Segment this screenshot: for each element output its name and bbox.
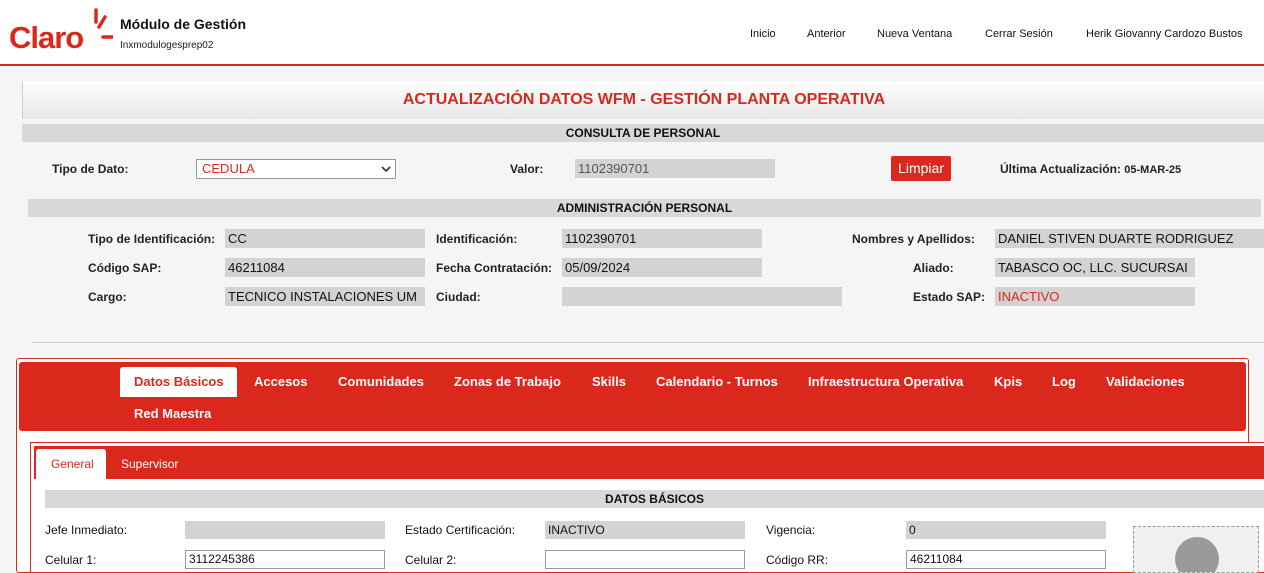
nombres-field: DANIEL STIVEN DUARTE RODRIGUEZ — [995, 229, 1264, 248]
avatar-placeholder-icon — [1175, 537, 1219, 572]
valor-label: Valor: — [510, 162, 544, 176]
tipo-dato-value: CEDULA — [202, 161, 255, 176]
nav-inicio-link[interactable]: Inicio — [750, 28, 776, 40]
chevron-down-icon — [381, 166, 391, 173]
celular-2-input[interactable] — [545, 550, 745, 569]
jefe-inmediato-label: Jefe Inmediato: — [45, 523, 128, 537]
consulta-section-header: CONSULTA DE PERSONAL — [22, 124, 1264, 142]
ultima-actualizacion-value: 05-MAR-25 — [1124, 164, 1182, 176]
codigo-sap-field: 46211084 — [225, 258, 425, 277]
valor-input[interactable]: 1102390701 — [575, 159, 775, 178]
estado-sap-label: Estado SAP: — [913, 290, 986, 304]
app-title: Módulo de Gestión — [120, 16, 246, 32]
fecha-contratacion-label: Fecha Contratación: — [436, 261, 553, 275]
vigencia-label: Vigencia: — [766, 523, 816, 537]
tab-calendario-turnos[interactable]: Calendario - Turnos — [656, 374, 778, 389]
section-divider — [32, 342, 1264, 343]
logo-rays-icon — [94, 8, 113, 39]
profile-photo[interactable] — [1133, 526, 1259, 573]
identificacion-field: 1102390701 — [562, 229, 762, 248]
tipo-dato-label: Tipo de Dato: — [52, 162, 129, 176]
sub-tab-bar: General Supervisor — [34, 446, 1264, 480]
tab-datos-basicos[interactable]: Datos Básicos — [120, 367, 237, 397]
celular-2-label: Celular 2: — [405, 553, 457, 567]
tab-supervisor[interactable]: Supervisor — [121, 457, 178, 471]
tab-infraestructura-operativa[interactable]: Infraestructura Operativa — [808, 374, 963, 389]
ciudad-label: Ciudad: — [436, 290, 481, 304]
admin-section-header: ADMINISTRACIÓN PERSONAL — [28, 199, 1261, 217]
main-tab-bar: Datos Básicos Accesos Comunidades Zonas … — [19, 362, 1246, 431]
codigo-rr-label: Código RR: — [766, 553, 829, 567]
claro-logo[interactable]: Claro — [9, 8, 113, 55]
estado-sap-field: INACTIVO — [995, 287, 1195, 306]
celular-1-label: Celular 1: — [45, 553, 97, 567]
top-header: Claro Módulo de Gestión Inxmodulogesprep… — [0, 0, 1264, 66]
cargo-label: Cargo: — [88, 290, 127, 304]
nav-nueva-ventana-link[interactable]: Nueva Ventana — [877, 28, 952, 40]
logo-wordmark: Claro — [9, 20, 84, 55]
nav-anterior-link[interactable]: Anterior — [807, 28, 846, 40]
fecha-contratacion-field: 05/09/2024 — [562, 258, 762, 277]
celular-1-input[interactable]: 3112245386 — [185, 550, 385, 569]
ultima-actualizacion-label: Última Actualización: — [1000, 162, 1121, 176]
vigencia-field: 0 — [906, 521, 1106, 539]
tab-accesos[interactable]: Accesos — [254, 374, 307, 389]
datos-basicos-section-header: DATOS BÁSICOS — [45, 490, 1264, 508]
tab-log[interactable]: Log — [1052, 374, 1076, 389]
page-banner: ACTUALIZACIÓN DATOS WFM - GESTIÓN PLANTA… — [22, 81, 1264, 119]
aliado-label: Aliado: — [913, 261, 954, 275]
estado-certificacion-field: INACTIVO — [545, 521, 745, 539]
tipo-dato-select[interactable]: CEDULA — [196, 159, 396, 179]
codigo-rr-input[interactable]: 46211084 — [906, 550, 1106, 569]
identificacion-label: Identificación: — [436, 232, 518, 246]
tab-zonas-de-trabajo[interactable]: Zonas de Trabajo — [454, 374, 561, 389]
tipo-identificacion-field: CC — [225, 229, 425, 248]
aliado-field: TABASCO OC, LLC. SUCURSAI — [995, 258, 1195, 277]
estado-certificacion-label: Estado Certificación: — [405, 523, 516, 537]
tab-kpis[interactable]: Kpis — [994, 374, 1022, 389]
tipo-identificacion-label: Tipo de Identificación: — [88, 232, 216, 246]
cargo-field: TECNICO INSTALACIONES UM — [225, 287, 425, 306]
tab-red-maestra[interactable]: Red Maestra — [134, 406, 211, 421]
nav-cerrar-sesion-link[interactable]: Cerrar Sesión — [985, 28, 1053, 40]
codigo-sap-label: Código SAP: — [88, 261, 162, 275]
nav-user-link[interactable]: Herik Giovanny Cardozo Bustos — [1086, 28, 1243, 40]
ciudad-field — [562, 287, 842, 306]
page-title: ACTUALIZACIÓN DATOS WFM - GESTIÓN PLANTA… — [402, 91, 886, 108]
tab-general[interactable]: General — [36, 449, 106, 480]
ultima-actualizacion: Última Actualización: 05-MAR-25 — [1000, 162, 1181, 176]
limpiar-button[interactable]: Limpiar — [891, 156, 951, 181]
tab-skills[interactable]: Skills — [592, 374, 626, 389]
tab-comunidades[interactable]: Comunidades — [338, 374, 424, 389]
content-area: ACTUALIZACIÓN DATOS WFM - GESTIÓN PLANTA… — [0, 66, 1264, 573]
tab-validaciones[interactable]: Validaciones — [1106, 374, 1185, 389]
app-subtitle: Inxmodulogesprep02 — [120, 40, 214, 51]
nombres-label: Nombres y Apellidos: — [852, 232, 975, 246]
jefe-inmediato-field — [185, 521, 385, 539]
